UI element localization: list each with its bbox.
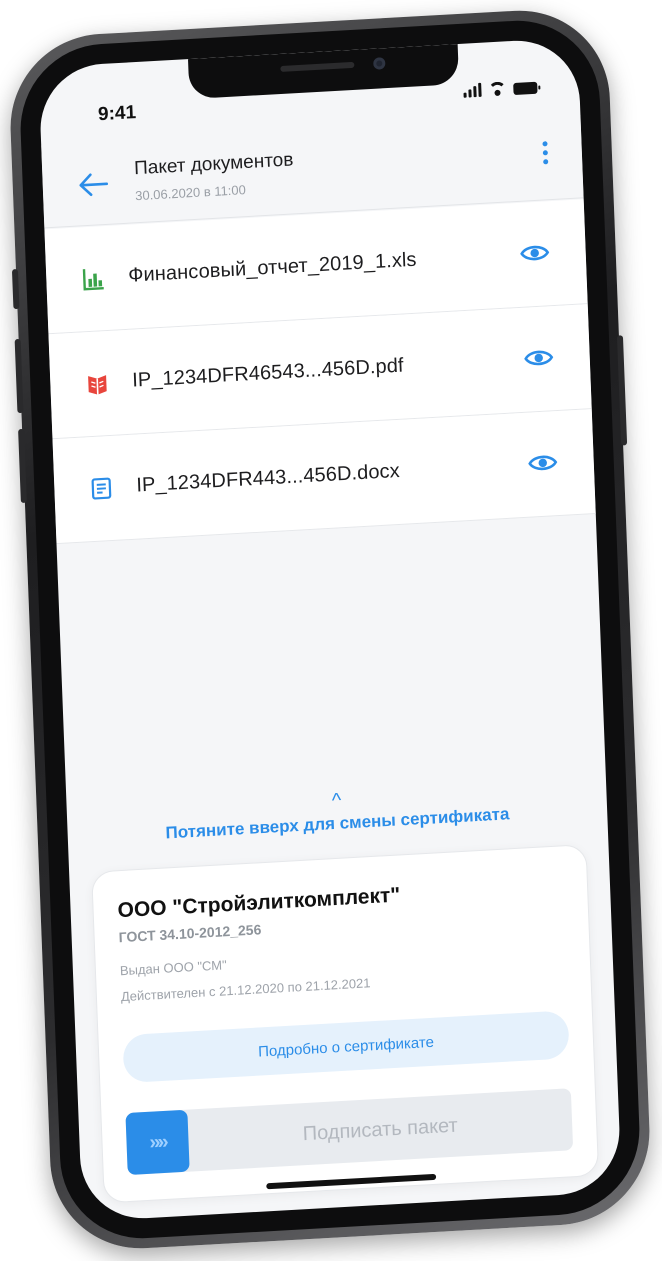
speaker-grille [280,61,355,72]
sign-package-label: Подписать пакет [302,1114,459,1145]
eye-icon[interactable] [527,451,558,475]
status-time: 9:41 [97,102,137,126]
slider-handle-chevrons-icon[interactable]: »» [125,1109,190,1176]
certificate-organization: ООО "Стройэлиткомплект" [117,883,401,923]
phone-device: 9:41 Пакет документов 30.06.2020 в 11:00… [7,5,653,1254]
eye-icon[interactable] [523,346,554,370]
spreadsheet-icon [82,266,105,291]
wifi-icon [488,81,507,96]
eye-icon[interactable] [519,241,550,265]
document-name: Финансовый_отчет_2019_1.xls [127,248,417,287]
document-list: Финансовый_отчет_2019_1.xls IP_1234DFR46… [44,199,596,545]
sign-package-slider[interactable]: »» Подписать пакет [125,1088,574,1176]
pdf-book-icon [86,371,109,396]
certificate-issuer: Выдан ООО "СМ" [119,957,227,979]
page-subtitle: 30.06.2020 в 11:00 [134,182,247,204]
text-document-icon [90,476,113,501]
front-camera [373,57,386,70]
status-icons [463,80,538,98]
certificate-validity: Действителен с 21.12.2020 по 21.12.2021 [120,975,371,1005]
arrow-left-icon[interactable] [78,172,109,198]
certificate-algorithm: ГОСТ 34.10-2012_256 [118,921,262,946]
more-vertical-icon[interactable] [539,137,550,174]
document-name: IP_1234DFR443...456D.docx [135,459,401,497]
document-name: IP_1234DFR46543...456D.pdf [131,354,405,392]
battery-icon [513,81,538,95]
app-screen: 9:41 Пакет документов 30.06.2020 в 11:00… [38,37,622,1222]
certificate-card[interactable]: ООО "Стройэлиткомплект" ГОСТ 34.10-2012_… [91,843,600,1204]
certificate-details-button[interactable]: Подробно о сертификате [122,1010,570,1084]
page-title: Пакет документов [133,149,294,180]
cellular-signal-icon [463,82,482,98]
